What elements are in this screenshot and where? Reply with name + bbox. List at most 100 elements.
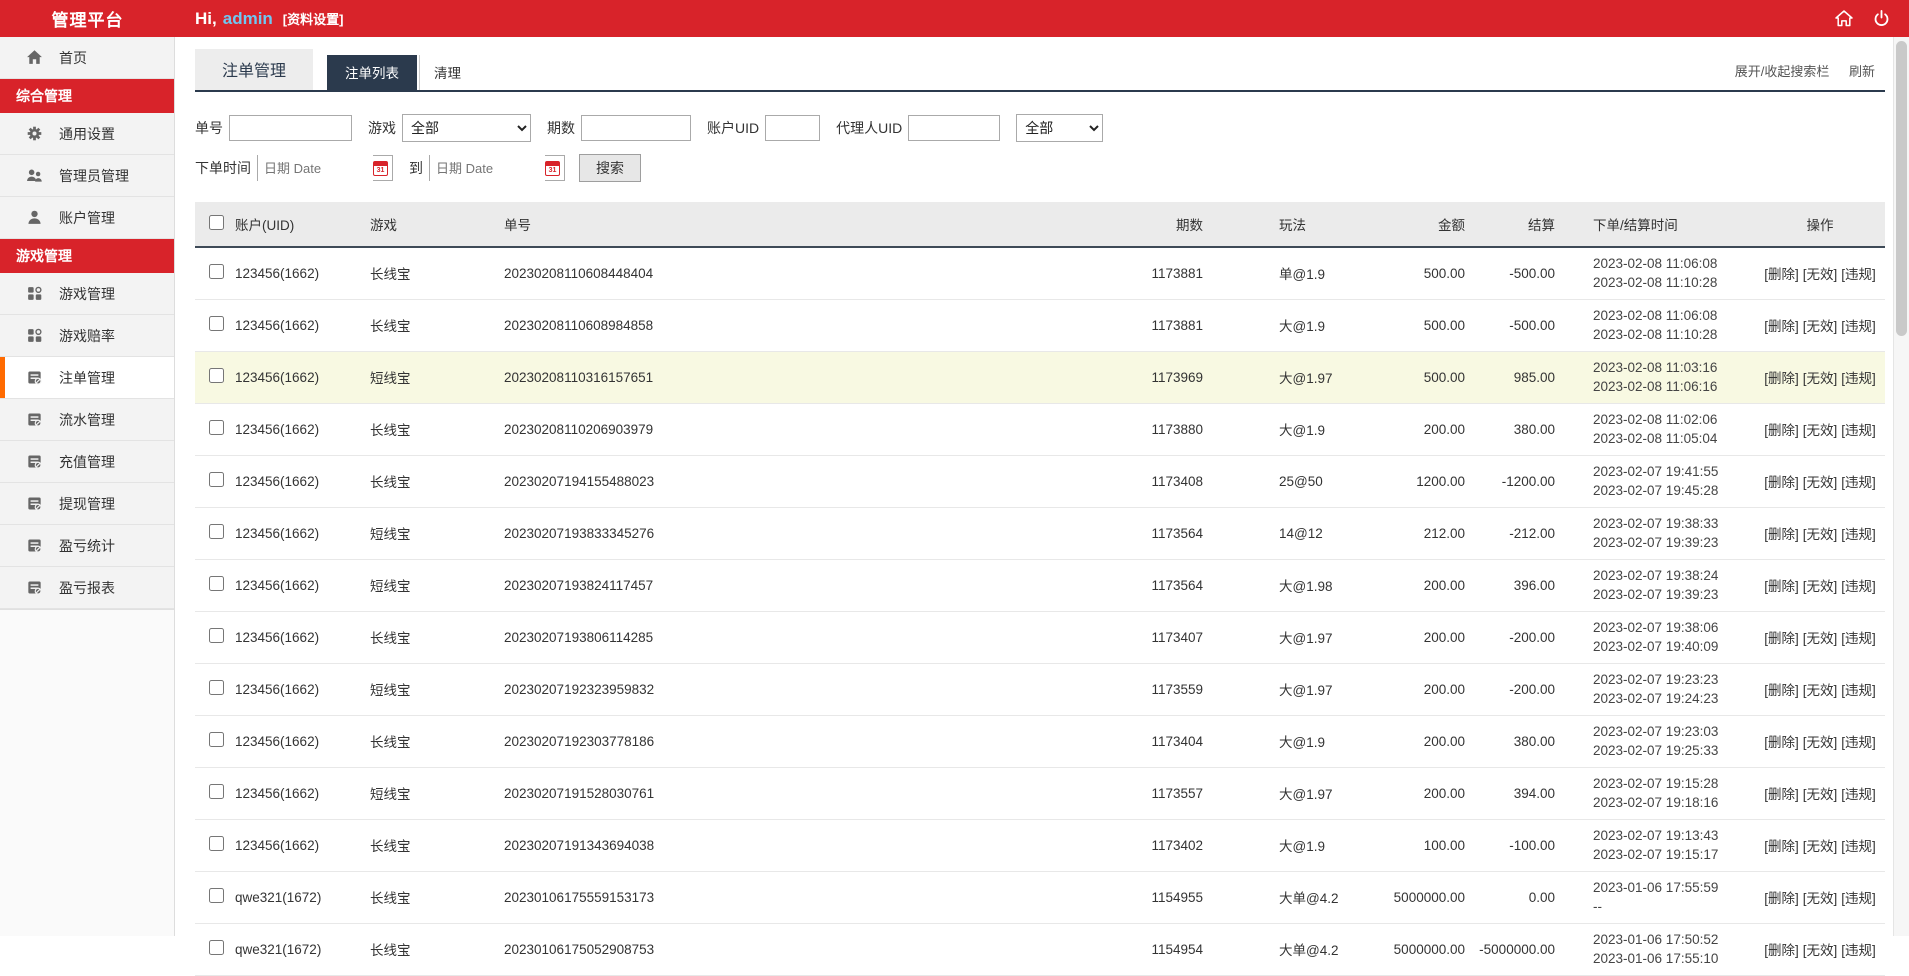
violation-action[interactable]: [违规] [1841, 943, 1876, 958]
sidebar-item-4[interactable]: 账户管理 [0, 197, 174, 239]
invalidate-action[interactable]: [无效] [1803, 683, 1838, 698]
violation-action[interactable]: [违规] [1841, 423, 1876, 438]
invalidate-action[interactable]: [无效] [1803, 631, 1838, 646]
row-checkbox[interactable] [209, 576, 224, 591]
row-checkbox[interactable] [209, 368, 224, 383]
cell-operations: [删除] [无效] [违规] [1755, 507, 1885, 559]
row-checkbox[interactable] [209, 836, 224, 851]
cell-time: 2023-02-07 19:23:23 2023-02-07 19:24:23 [1555, 663, 1755, 715]
delete-action[interactable]: [删除] [1764, 735, 1799, 750]
row-checkbox[interactable] [209, 264, 224, 280]
violation-action[interactable]: [违规] [1841, 371, 1876, 386]
invalidate-action[interactable]: [无效] [1803, 475, 1838, 490]
sidebar-item-11[interactable]: 提现管理 [0, 483, 174, 525]
violation-action[interactable]: [违规] [1841, 267, 1876, 282]
violation-action[interactable]: [违规] [1841, 527, 1876, 542]
delete-action[interactable]: [删除] [1764, 683, 1799, 698]
period-input[interactable] [581, 115, 691, 141]
violation-action[interactable]: [违规] [1841, 319, 1876, 334]
sidebar-item-0[interactable]: 首页 [0, 37, 174, 79]
cell-game: 短线宝 [370, 683, 411, 698]
violation-action[interactable]: [违规] [1841, 683, 1876, 698]
invalidate-action[interactable]: [无效] [1803, 267, 1838, 282]
row-checkbox[interactable] [209, 680, 224, 695]
home-icon[interactable] [1834, 9, 1854, 28]
row-checkbox[interactable] [209, 784, 224, 799]
account-uid-input[interactable] [765, 115, 821, 141]
sidebar-item-7[interactable]: 游戏赔率 [0, 315, 174, 357]
violation-action[interactable]: [违规] [1841, 631, 1876, 646]
select-all-checkbox[interactable] [209, 215, 224, 230]
date-to-box [429, 155, 565, 181]
calendar-icon[interactable] [545, 160, 560, 176]
row-checkbox[interactable] [209, 888, 224, 903]
delete-action[interactable]: [删除] [1764, 267, 1799, 282]
sidebar-item-9[interactable]: 流水管理 [0, 399, 174, 441]
doc-icon [26, 537, 43, 554]
row-checkbox[interactable] [209, 940, 224, 955]
invalidate-action[interactable]: [无效] [1803, 735, 1838, 750]
game-select[interactable]: 全部 [402, 114, 531, 142]
order-no-label: 单号 [195, 120, 223, 136]
violation-action[interactable]: [违规] [1841, 787, 1876, 802]
tab-order-list[interactable]: 注单列表 [327, 55, 418, 90]
toggle-search-link[interactable]: 展开/收起搜索栏 [1735, 64, 1830, 79]
sidebar-item-8[interactable]: 注单管理 [0, 357, 174, 399]
invalidate-action[interactable]: [无效] [1803, 579, 1838, 594]
row-checkbox[interactable] [209, 628, 224, 643]
invalidate-action[interactable]: [无效] [1803, 839, 1838, 854]
profile-settings-link[interactable]: [资料设置] [283, 9, 344, 28]
row-checkbox[interactable] [209, 732, 224, 747]
search-button[interactable]: 搜索 [579, 154, 641, 182]
sidebar-item-12[interactable]: 盈亏统计 [0, 525, 174, 567]
invalidate-action[interactable]: [无效] [1803, 891, 1838, 906]
sidebar-item-6[interactable]: 游戏管理 [0, 273, 174, 315]
date-from-input[interactable] [258, 155, 373, 181]
cell-operations: [删除] [无效] [违规] [1755, 871, 1885, 923]
delete-action[interactable]: [删除] [1764, 631, 1799, 646]
refresh-link[interactable]: 刷新 [1849, 64, 1875, 79]
delete-action[interactable]: [删除] [1764, 579, 1799, 594]
violation-action[interactable]: [违规] [1841, 891, 1876, 906]
status-select[interactable]: 全部 [1016, 114, 1104, 142]
delete-action[interactable]: [删除] [1764, 527, 1799, 542]
violation-action[interactable]: [违规] [1841, 735, 1876, 750]
sidebar-item-13[interactable]: 盈亏报表 [0, 567, 174, 609]
agent-uid-input[interactable] [908, 115, 1001, 141]
delete-action[interactable]: [删除] [1764, 423, 1799, 438]
invalidate-action[interactable]: [无效] [1803, 319, 1838, 334]
account-uid-label: 账户UID [707, 120, 760, 136]
delete-action[interactable]: [删除] [1764, 891, 1799, 906]
row-checkbox[interactable] [209, 420, 224, 435]
invalidate-action[interactable]: [无效] [1803, 787, 1838, 802]
invalidate-action[interactable]: [无效] [1803, 527, 1838, 542]
delete-action[interactable]: [删除] [1764, 839, 1799, 854]
cell-amount: 200.00 [1423, 421, 1465, 437]
sidebar-item-10[interactable]: 充值管理 [0, 441, 174, 483]
invalidate-action[interactable]: [无效] [1803, 423, 1838, 438]
delete-action[interactable]: [删除] [1764, 371, 1799, 386]
row-checkbox[interactable] [209, 524, 224, 539]
delete-action[interactable]: [删除] [1764, 475, 1799, 490]
violation-action[interactable]: [违规] [1841, 839, 1876, 854]
logout-power-icon[interactable] [1872, 9, 1891, 28]
delete-action[interactable]: [删除] [1764, 319, 1799, 334]
delete-action[interactable]: [删除] [1764, 943, 1799, 958]
delete-action[interactable]: [删除] [1764, 787, 1799, 802]
invalidate-action[interactable]: [无效] [1803, 943, 1838, 958]
invalidate-action[interactable]: [无效] [1803, 371, 1838, 386]
scrollbar-thumb[interactable] [1896, 41, 1907, 336]
order-no-input[interactable] [229, 115, 352, 141]
calendar-icon[interactable] [373, 160, 388, 176]
row-checkbox[interactable] [209, 316, 224, 331]
violation-action[interactable]: [违规] [1841, 475, 1876, 490]
page-scrollbar[interactable] [1893, 37, 1909, 936]
tab-cleanup[interactable]: 清理 [419, 55, 479, 90]
violation-action[interactable]: [违规] [1841, 579, 1876, 594]
sidebar-item-3[interactable]: 管理员管理 [0, 155, 174, 197]
grid-icon [26, 327, 43, 344]
date-to-input[interactable] [430, 155, 545, 181]
cell-operations: [删除] [无效] [违规] [1755, 299, 1885, 351]
row-checkbox[interactable] [209, 472, 224, 487]
sidebar-item-2[interactable]: 通用设置 [0, 113, 174, 155]
